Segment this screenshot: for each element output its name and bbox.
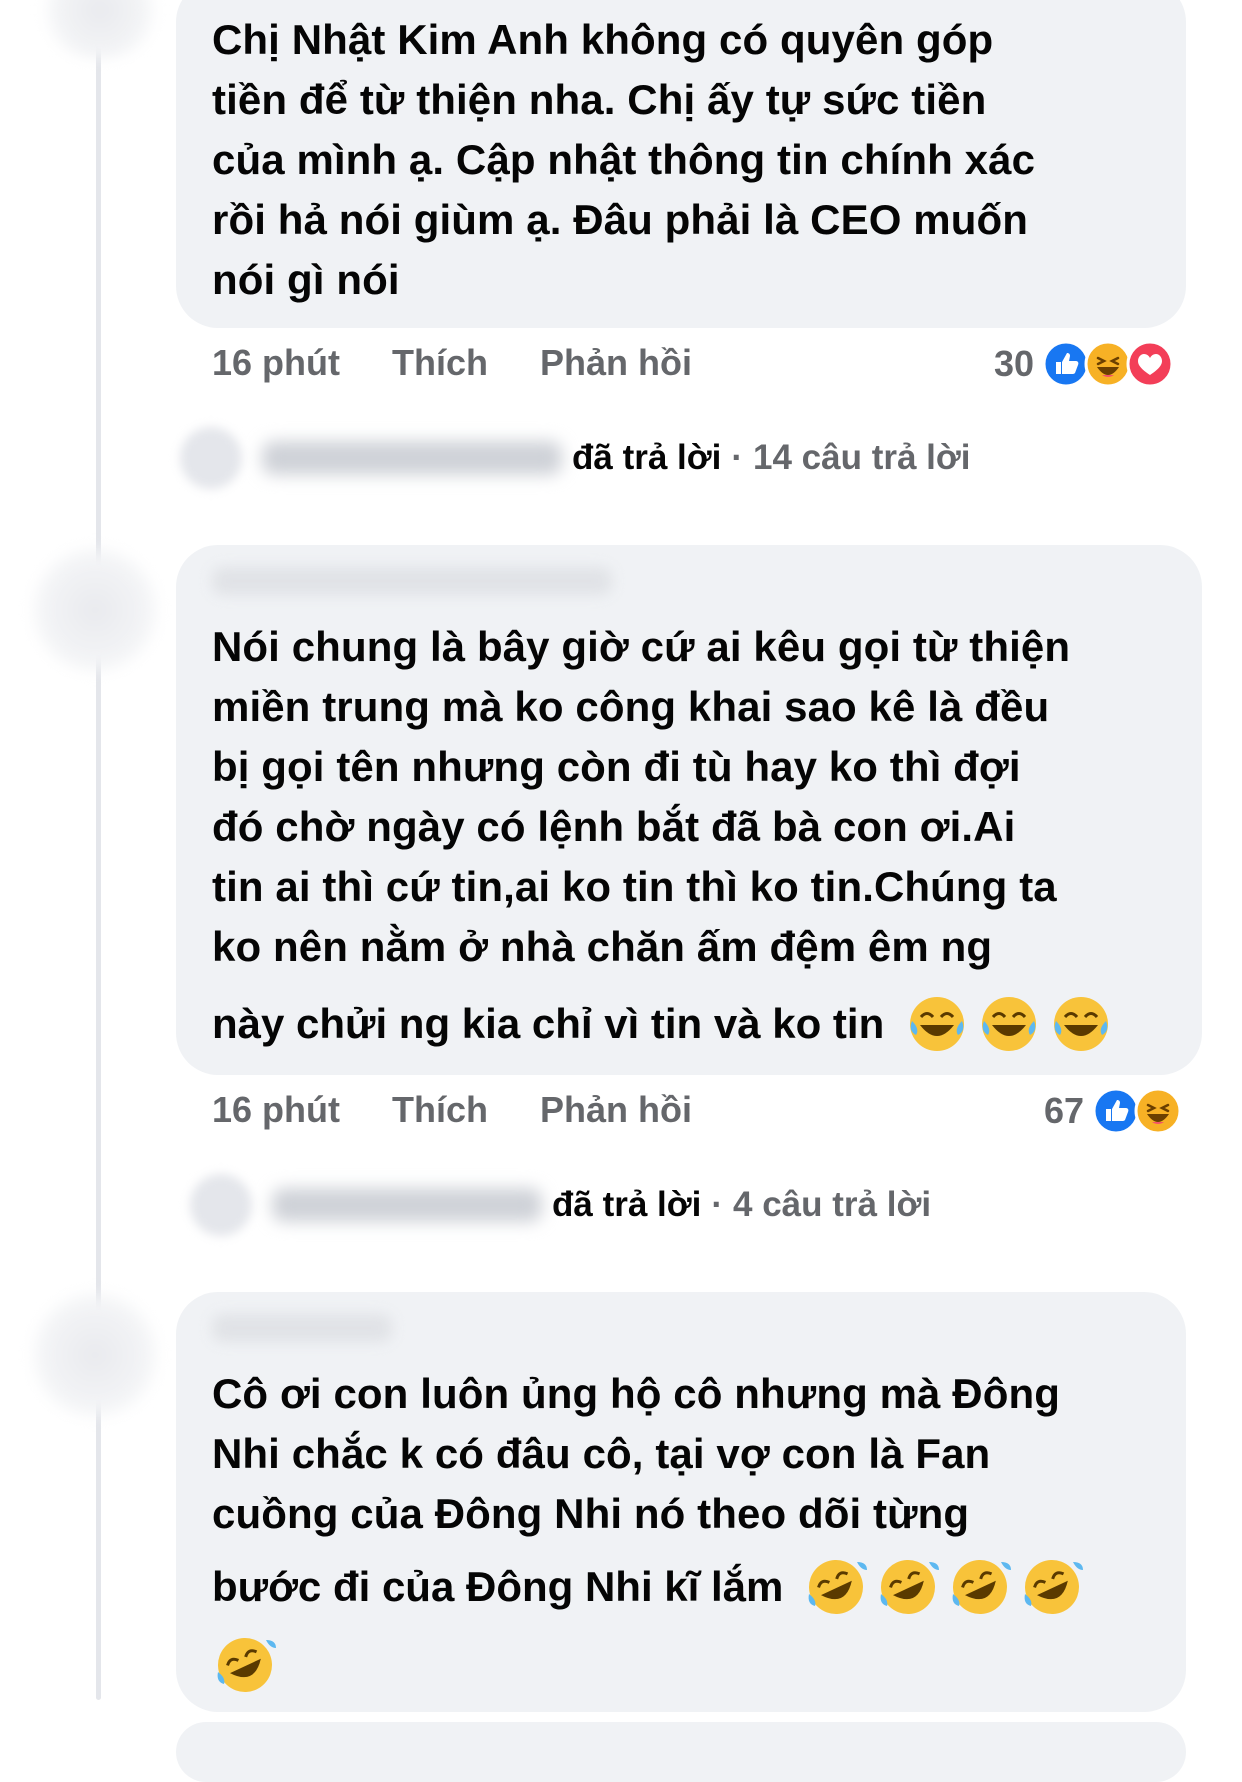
next-comment-bubble [176, 1722, 1186, 1782]
tears-of-joy-icon [982, 997, 1037, 1051]
comment-bubble: Chị Nhật Kim Anh không có quyên góp tiền… [176, 0, 1186, 328]
rofl-icon [1024, 1560, 1084, 1614]
replied-label: đã trả lời [572, 438, 722, 477]
reaction-summary[interactable]: 30 [994, 340, 1174, 388]
haha-icon [1084, 340, 1132, 388]
tears-of-joy-icon [910, 997, 965, 1051]
separator-dot: · [711, 1185, 724, 1224]
reaction-summary[interactable]: 67 [1044, 1087, 1182, 1135]
comment-text: Cô ơi con luôn ủng hộ cô nhưng mà Đông N… [212, 1370, 1060, 1537]
commenter-avatar[interactable] [40, 0, 160, 60]
separator-dot: · [731, 438, 744, 477]
tears-of-joy-icon [1054, 997, 1109, 1051]
reaction-count: 67 [1044, 1090, 1085, 1131]
replier-avatar [180, 427, 242, 489]
comment-bubble: Cô ơi con luôn ủng hộ cô nhưng mà Đông N… [176, 1292, 1186, 1712]
replier-name [262, 441, 562, 475]
comment-last-line: này chửi ng kia chỉ vì tin và ko tin [212, 991, 1114, 1057]
view-replies[interactable]: đã trả lời · 14 câu trả lời [180, 427, 971, 489]
comment-text-last: bước đi của Đông Nhi kĩ lắm [212, 1563, 784, 1610]
comment-actions: 16 phút Thích Phản hồi [212, 1089, 692, 1131]
comment-text-last: này chửi ng kia chỉ vì tin và ko tin [212, 1000, 885, 1047]
rofl-icon [952, 1560, 1012, 1614]
replier-name [272, 1188, 542, 1222]
commenter-avatar[interactable] [30, 1290, 160, 1420]
comment-timestamp[interactable]: 16 phút [212, 342, 340, 384]
replied-label: đã trả lời [552, 1185, 702, 1224]
comment-text: Nói chung là bây giờ cứ ai kêu gọi từ th… [212, 623, 1071, 970]
haha-icon [1134, 1087, 1182, 1135]
like-button[interactable]: Thích [392, 1089, 488, 1131]
rofl-icon [808, 1560, 868, 1614]
comment-last-line: bước đi của Đông Nhi kĩ lắm [212, 1554, 1085, 1620]
reply-button[interactable]: Phản hồi [540, 1089, 692, 1131]
commenter-name[interactable] [212, 567, 612, 595]
view-replies[interactable]: đã trả lời · 4 câu trả lời [190, 1174, 931, 1236]
comment-actions: 16 phút Thích Phản hồi [212, 342, 692, 384]
rofl-icon [880, 1560, 940, 1614]
like-icon [1042, 340, 1090, 388]
comment-text: Chị Nhật Kim Anh không có quyên góp tiền… [212, 16, 1036, 303]
rofl-icon [217, 1638, 276, 1692]
reply-count: 14 câu trả lời [753, 438, 971, 477]
commenter-name[interactable] [212, 1314, 392, 1342]
comment-timestamp[interactable]: 16 phút [212, 1089, 340, 1131]
commenter-avatar[interactable] [30, 545, 160, 675]
reply-button[interactable]: Phản hồi [540, 342, 692, 384]
reaction-count: 30 [994, 343, 1035, 384]
replier-avatar [190, 1174, 252, 1236]
love-icon [1126, 340, 1174, 388]
like-icon [1092, 1087, 1140, 1135]
comment-emoji-row [212, 1632, 278, 1698]
comment-bubble: Nói chung là bây giờ cứ ai kêu gọi từ th… [176, 545, 1202, 1075]
like-button[interactable]: Thích [392, 342, 488, 384]
thread-line [96, 0, 101, 1700]
reply-count: 4 câu trả lời [733, 1185, 932, 1224]
